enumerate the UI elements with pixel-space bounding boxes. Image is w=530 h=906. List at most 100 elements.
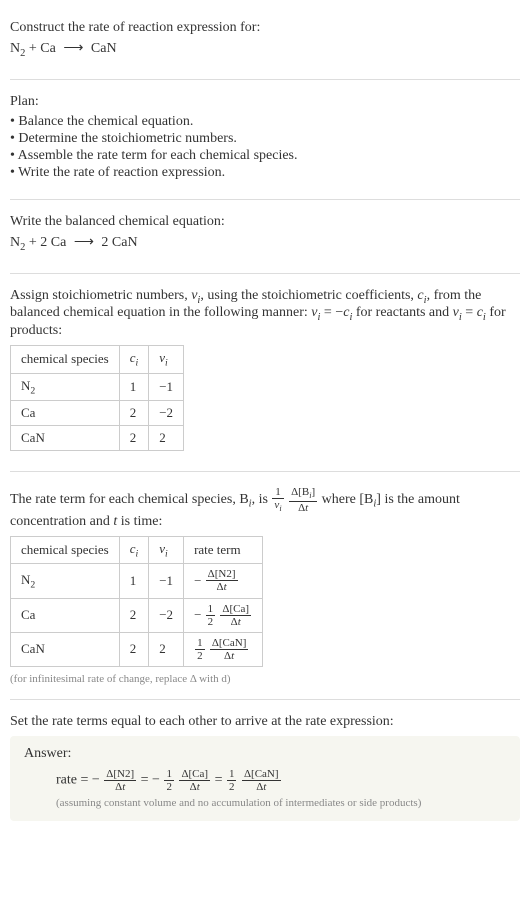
i-sub: i — [165, 358, 168, 369]
final-heading: Set the rate terms equal to each other t… — [10, 714, 520, 730]
frac-num: Δ[Bi] — [289, 486, 317, 500]
frac-num: 1 — [195, 637, 205, 649]
frac-d-dt: Δ[N2] Δt — [206, 568, 238, 593]
sp-sub: 2 — [30, 385, 35, 396]
frac-d-dt: Δ[N2] Δt — [104, 768, 136, 793]
frac-den: 2 — [206, 615, 216, 628]
arrow-icon: ⟶ — [63, 41, 83, 56]
d: Δ — [190, 781, 197, 793]
frac-num: 1 — [206, 603, 216, 615]
balanced-heading: Write the balanced chemical equation: — [10, 214, 520, 230]
frac-half: 1 2 — [227, 768, 237, 793]
rel1-eq: = − — [320, 305, 343, 320]
plan-section: Plan: • Balance the chemical equation. •… — [10, 86, 520, 193]
cell-nu: −2 — [149, 401, 184, 426]
frac-den: Δt — [242, 780, 281, 793]
d: Δ — [231, 616, 238, 628]
sp-sub: 2 — [30, 579, 35, 590]
intro-equation: N2 + Ca ⟶ CaN — [10, 40, 520, 59]
frac-den: 2 — [164, 780, 174, 793]
frac-num: Δ[CaN] — [210, 637, 249, 649]
plan-item: • Balance the chemical equation. — [10, 114, 520, 130]
plan-heading: Plan: — [10, 94, 520, 110]
frac-den: Δt — [289, 501, 317, 514]
table-row: CaN 2 2 1 2 Δ[CaN] Δt — [11, 632, 263, 666]
bal-lhs-a: N — [10, 235, 20, 250]
t: t — [224, 581, 227, 593]
frac-d-dt: Δ[CaN] Δt — [242, 768, 281, 793]
cell-species: N2 — [11, 564, 120, 598]
plan-list: • Balance the chemical equation. • Deter… — [10, 114, 520, 181]
frac-num: Δ[N2] — [206, 568, 238, 580]
plan-item: • Write the rate of reaction expression. — [10, 165, 520, 181]
frac-den: Δt — [206, 580, 238, 593]
t: t — [263, 781, 266, 793]
sp: Ca — [21, 607, 35, 622]
cell-species: CaN — [11, 632, 120, 666]
th-nu: νi — [149, 346, 184, 374]
assign-section: Assign stoichiometric numbers, νi , using… — [10, 280, 520, 466]
bal-plus: + 2 Ca — [25, 235, 69, 250]
frac-half: 1 2 — [164, 768, 174, 793]
sp: N — [21, 378, 30, 393]
divider — [10, 199, 520, 200]
eq: = — [141, 772, 152, 787]
d: Δ — [217, 581, 224, 593]
th-c: ci — [119, 346, 149, 374]
cell-rate: − 1 2 Δ[Ca] Δt — [184, 598, 263, 632]
frac-d-dt: Δ[CaN] Δt — [210, 637, 249, 662]
rt-e: is time: — [117, 514, 162, 529]
table-row: Ca 2 −2 — [11, 401, 184, 426]
cell-c: 1 — [119, 373, 149, 401]
neg: − — [152, 772, 160, 787]
frac-num: 1 — [227, 768, 237, 780]
th-species: chemical species — [11, 536, 120, 564]
th-rate: rate term — [184, 536, 263, 564]
cell-rate: 1 2 Δ[CaN] Δt — [184, 632, 263, 666]
th-nu: νi — [149, 536, 184, 564]
arrow-icon: ⟶ — [74, 235, 94, 250]
answer-box: Answer: rate = − Δ[N2] Δt = − 1 2 Δ[Ca] … — [10, 736, 520, 821]
rate-table: chemical species ci νi rate term N2 1 −1… — [10, 536, 263, 667]
neg: − — [92, 772, 100, 787]
frac-den: Δt — [210, 649, 249, 662]
sp: N — [21, 572, 30, 587]
rt-b: , is — [252, 492, 272, 507]
th-c: ci — [119, 536, 149, 564]
frac-d-dt: Δ[Ca] Δt — [220, 603, 251, 628]
balanced-equation: N2 + 2 Ca ⟶ 2 CaN — [10, 234, 520, 253]
intro-plus: + — [25, 41, 40, 56]
frac-num: Δ[CaN] — [242, 768, 281, 780]
t: t — [231, 650, 234, 662]
table-header-row: chemical species ci νi rate term — [11, 536, 263, 564]
cell-species: CaN — [11, 426, 120, 451]
assign-a: Assign stoichiometric numbers, — [10, 288, 191, 303]
cell-nu: −1 — [149, 373, 184, 401]
frac-half: 1 2 — [195, 637, 205, 662]
frac-den: 2 — [227, 780, 237, 793]
frac-num: 1 — [272, 486, 283, 498]
intro-heading: Construct the rate of reaction expressio… — [10, 20, 520, 36]
sp: Ca — [21, 405, 35, 420]
t: t — [122, 781, 125, 793]
divider — [10, 79, 520, 80]
table-row: CaN 2 2 — [11, 426, 184, 451]
assign-b: , using the stoichiometric coefficients, — [200, 288, 417, 303]
plan-item: • Determine the stoichiometric numbers. — [10, 131, 520, 147]
frac-dB-dt: Δ[Bi] Δt — [289, 486, 317, 513]
intro-rhs: CaN — [91, 41, 117, 56]
balanced-section: Write the balanced chemical equation: N2… — [10, 206, 520, 267]
cell-c: 2 — [119, 598, 149, 632]
frac-den: νi — [272, 498, 283, 513]
table-row: Ca 2 −2 − 1 2 Δ[Ca] Δt — [11, 598, 263, 632]
rate-word: rate = — [56, 772, 92, 787]
answer-label: Answer: — [24, 746, 506, 762]
neg: − — [194, 607, 201, 622]
cell-nu: 2 — [149, 426, 184, 451]
table-row: N2 1 −1 — [11, 373, 184, 401]
answer-note: (assuming constant volume and no accumul… — [56, 797, 506, 809]
cell-c: 2 — [119, 401, 149, 426]
frac-den: Δt — [104, 780, 136, 793]
rate-table-note: (for infinitesimal rate of change, repla… — [10, 673, 520, 685]
frac-num: Δ[Ca] — [220, 603, 251, 615]
